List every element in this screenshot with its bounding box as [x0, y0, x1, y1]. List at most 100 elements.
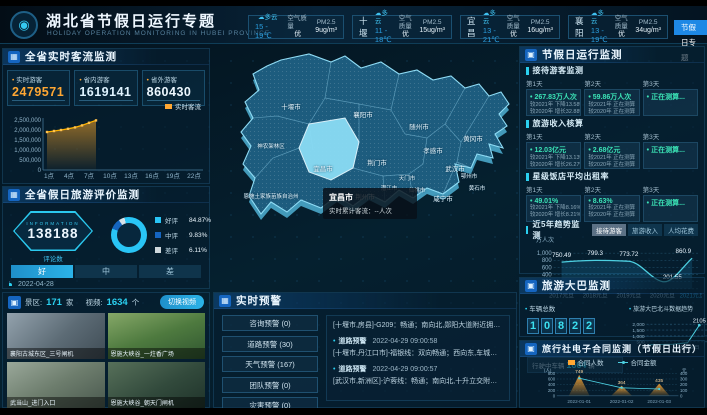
tab-trend-percapita[interactable]: 人均花费	[664, 224, 698, 236]
svg-text:16点: 16点	[145, 172, 159, 180]
tab-mid-reviews[interactable]: 中	[75, 265, 137, 278]
section-visitors: 接待游客监测 第1天 267.83万人次 较2021年 下降13.58% 较20…	[520, 63, 704, 116]
panel-alerts: ▦ 实时预警 咨询预警 (0) 道路预警 (30) 天气预警 (167) 团队预…	[213, 292, 517, 408]
section-bar	[526, 120, 529, 128]
svg-text:1,000: 1,000	[632, 334, 644, 340]
day-stat-box: 正在测算...	[643, 142, 698, 169]
header-bar: ◉ 湖北省节假日运行专题 HOLIDAY OPERATION MONITORIN…	[0, 6, 707, 44]
monitor-icon: ▣	[525, 49, 537, 61]
panel-realtime-flow: ▦ 全省实时客流监测 实时游客 2479571 省内游客 1619141 省外游…	[2, 48, 210, 184]
grid-icon: ▦	[219, 295, 231, 307]
trend-tabs: 接待游客 旅游收入 人均花费	[592, 224, 698, 236]
switch-video-button[interactable]: 切换视频	[160, 295, 204, 309]
review-tabs: 好 中 差	[11, 265, 201, 278]
legend-swatch	[155, 217, 161, 223]
legend-swatch	[155, 247, 161, 253]
map-label: 黄冈市	[463, 133, 483, 143]
svg-text:4点: 4点	[64, 172, 75, 180]
video-feed[interactable]: 襄阳古城东区_三号闸机	[7, 313, 105, 359]
day-stat-box: 正在测算...	[643, 195, 698, 222]
holiday-topic-button[interactable]: 节假日专题	[674, 20, 707, 35]
svg-text:22点: 22点	[187, 172, 201, 180]
video-monitor-header: ▣ 景区: 171 家 视频: 1634 个 切换视频	[3, 293, 209, 311]
contract-icon: ▣	[525, 343, 537, 355]
day-stat-box: 8.63% 较2021年 正在测算 较2020年 正在测算	[584, 195, 639, 222]
realtime-flow-chart: 2,500,000 2,000,000 1,500,000 1,000,000 …	[5, 111, 207, 181]
bus-total-digits: 1 0 8 2 2	[527, 318, 623, 334]
svg-text:2,000,000: 2,000,000	[14, 128, 41, 134]
svg-text:2022-01-01: 2022-01-01	[567, 399, 591, 404]
map-label: 荆门市	[367, 157, 387, 167]
tab-consult-alerts[interactable]: 咨询预警 (0)	[222, 315, 318, 331]
map-label: 十堰市	[281, 101, 301, 111]
legend-line	[618, 362, 628, 363]
section-bar	[526, 173, 529, 181]
map-label: 鄂州市	[461, 172, 478, 180]
panel-alerts-header: ▦ 实时预警	[214, 293, 516, 309]
svg-text:860.9: 860.9	[676, 248, 692, 255]
svg-text:13点: 13点	[124, 172, 138, 180]
svg-text:2022-01-02: 2022-01-02	[610, 399, 634, 404]
day-stat-box: 12.03亿元 较2021年 下降13.13% 较2020年 增长26.27%	[526, 142, 581, 169]
tab-team-alerts[interactable]: 团队预警 (0)	[222, 377, 318, 393]
svg-text:799.3: 799.3	[587, 250, 603, 257]
weather-card-xiangyang: 襄阳 ☁多云 13 - 19℃ 空气质量 优 PM2.5 34ug/m³	[568, 15, 668, 39]
svg-text:0: 0	[553, 393, 556, 398]
map-label: 神农架林区	[257, 142, 285, 150]
tab-weather-alerts[interactable]: 天气预警 (167)	[222, 356, 318, 372]
tab-disaster-alerts[interactable]: 灾害预警 (0)	[222, 397, 318, 408]
video-feed-grid: 襄阳古城东区_三号闸机 恩施大峡谷_一炷香广场 武当山_进门入口 恩施大峡谷_朝…	[3, 311, 209, 408]
video-feed[interactable]: 恩施大峡谷_一炷香广场	[108, 313, 206, 359]
tab-bad-reviews[interactable]: 差	[139, 265, 201, 278]
panel-realtime-header: ▦ 全省实时客流监测	[3, 49, 209, 65]
panel-holiday-monitor: ▣ 节假日运行监测 接待游客监测 第1天 267.83万人次 较2021年 下降…	[519, 46, 705, 274]
svg-text:500,000: 500,000	[19, 158, 41, 164]
video-feed[interactable]: 武当山_进门入口	[7, 362, 105, 408]
tab-road-alerts[interactable]: 道路预警 (30)	[222, 336, 318, 352]
map-tooltip: 宜昌市 实时累计客流：--人次	[323, 188, 417, 219]
svg-text:2022-01-03: 2022-01-03	[647, 399, 671, 404]
grid-icon: ▦	[8, 51, 20, 63]
legend-swatch	[568, 360, 575, 365]
tab-trend-income[interactable]: 旅游收入	[628, 224, 662, 236]
svg-text:400: 400	[548, 382, 556, 387]
svg-text:749: 749	[575, 369, 583, 375]
video-feed[interactable]: 恩施大峡谷_朝天门闸机	[108, 362, 206, 408]
svg-text:2,500,000: 2,500,000	[14, 118, 41, 124]
svg-text:800: 800	[548, 371, 556, 376]
svg-text:435: 435	[655, 378, 663, 384]
review-list: 2022-04-28 中国玫城-汉城景区：景区还是很不错的，景区里面的美食也较多…	[9, 281, 205, 286]
review-item[interactable]: 2022-04-28 中国玫城-汉城景区：景区还是很不错的，景区里面的美食也较多…	[9, 281, 205, 286]
svg-text:300: 300	[680, 377, 688, 382]
panel-reviews: ▦ 全省假日旅游评价监测 INFORMATION 138188 评论数 好评84…	[2, 186, 210, 289]
tab-good-reviews[interactable]: 好	[11, 265, 73, 278]
weather-card-shiyan: 十堰 ☁多云 11 - 18℃ 空气质量 优 PM2.5 15ug/m³	[352, 15, 452, 39]
svg-text:600: 600	[542, 265, 553, 271]
svg-text:400: 400	[680, 371, 688, 376]
tab-trend-visitors[interactable]: 接待游客	[592, 224, 626, 236]
svg-text:200: 200	[680, 382, 688, 387]
map-label: 宜昌市	[313, 163, 333, 173]
alert-item: •道路预警2022-04-29 09:00:57 [武汉市,新洲区]-沪蓉线：畅…	[333, 364, 503, 386]
map-label: 随州市	[409, 121, 429, 131]
section-bar	[526, 226, 528, 234]
svg-text:2,000: 2,000	[632, 322, 644, 328]
map-label: 天门市	[399, 174, 416, 182]
alert-list[interactable]: [十堰市,房县]-G209：畅通；南向北,郧阳大道附近拥堵。所属景区：房县观音洞…	[326, 315, 510, 401]
panel-bus-monitor: ▣ 旅游大巴监测 车辆总数 1 0 8 2 2 辆 行驶中车辆 1664 辆 旅…	[519, 277, 705, 337]
alert-item: •道路预警2022-04-29 09:00:58 [十堰市,丹江口市]-福银线：…	[333, 336, 503, 358]
weather-icon: ☁多云	[258, 14, 278, 22]
map-label: 孝感市	[423, 145, 443, 155]
panel-contract-monitor: ▣ 旅行社电子合同监测（节假日出行） 合同人数 合同金额 (人) 元 800 6…	[519, 340, 705, 408]
province-map[interactable]: 十堰市 神农架林区 襄阳市 随州市 荆门市 孝感市 武汉市 黄冈市 鄂州市 黄石…	[213, 46, 515, 286]
bullet-icon: •	[333, 366, 335, 373]
svg-text:364: 364	[618, 380, 626, 386]
legend-swatch	[155, 232, 161, 238]
section-bar	[526, 67, 529, 75]
section-hotel-occupancy: 星级饭店平均出租率 第1天 49.01% 较2021年 下降8.16% 较202…	[520, 169, 704, 222]
camera-icon: ▣	[8, 296, 21, 309]
weather-icon: ☁多云	[375, 10, 392, 26]
svg-text:600: 600	[548, 377, 556, 382]
svg-text:0: 0	[680, 393, 683, 398]
panel-bus-header: ▣ 旅游大巴监测	[520, 278, 704, 294]
